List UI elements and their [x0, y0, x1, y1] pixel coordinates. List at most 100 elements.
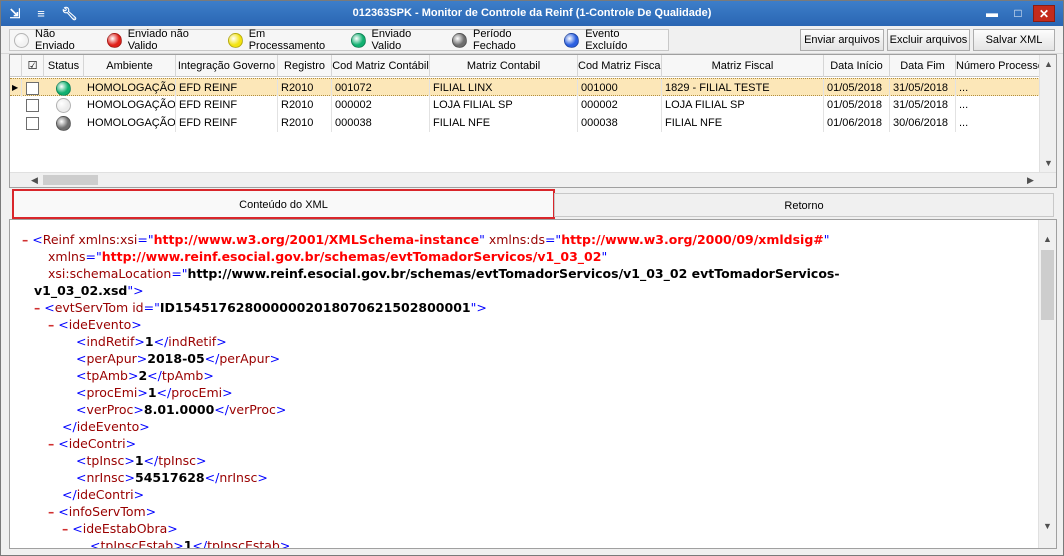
collapse-icon[interactable]: – — [34, 300, 40, 315]
column-header[interactable]: Status — [44, 55, 84, 77]
column-header[interactable]: Ambiente — [84, 55, 176, 77]
table-cell[interactable]: 01/06/2018 — [824, 114, 890, 132]
table-cell[interactable]: EFD REINF — [176, 79, 278, 97]
table-cell[interactable]: HOMOLOGAÇÃO — [84, 114, 176, 132]
table-cell[interactable]: 000038 — [332, 114, 430, 132]
grid-vertical-scrollbar[interactable]: ▲ ▼ — [1039, 55, 1056, 173]
scroll-down-icon[interactable]: ▼ — [1040, 156, 1056, 171]
scroll-left-icon[interactable]: ◀ — [26, 173, 43, 187]
table-cell[interactable]: 000002 — [332, 96, 430, 114]
scroll-thumb[interactable] — [43, 175, 98, 185]
row-checkbox[interactable] — [26, 82, 39, 95]
tab-conteudo-xml[interactable]: Conteúdo do XML — [12, 189, 555, 219]
tab-retorno[interactable]: Retorno — [554, 193, 1054, 217]
row-checkbox[interactable] — [26, 117, 39, 130]
reinf-monitor-window: ⇲ ≡ 🔧︎ 012363SPK - Monitor de Controle d… — [0, 0, 1064, 556]
table-cell[interactable]: ... — [956, 114, 1040, 132]
column-header[interactable]: Registro — [278, 55, 332, 77]
scroll-right-icon[interactable]: ▶ — [1022, 173, 1039, 187]
table-cell[interactable]: FILIAL LINX — [430, 79, 578, 97]
grid-horizontal-scrollbar[interactable]: ◀ ▶ — [10, 172, 1056, 187]
table-cell[interactable]: R2010 — [278, 114, 332, 132]
table-cell[interactable]: HOMOLOGAÇÃO — [84, 79, 176, 97]
salvar-xml-button[interactable]: Salvar XML — [973, 29, 1055, 51]
scroll-up-icon[interactable]: ▲ — [1040, 57, 1056, 72]
column-header[interactable]: Integração Governo — [176, 55, 278, 77]
enviar-arquivos-button[interactable]: Enviar arquivos — [800, 29, 884, 51]
table-cell[interactable]: 001072 — [332, 79, 430, 97]
table-cell[interactable]: EFD REINF — [176, 114, 278, 132]
legend-label: Em Processamento — [248, 28, 326, 52]
column-header[interactable]: Data Início — [824, 55, 890, 77]
column-header[interactable]: Data Fim — [890, 55, 956, 77]
column-header[interactable]: Matriz Contabil — [430, 55, 578, 77]
collapse-icon[interactable]: – — [48, 317, 54, 332]
xml-line: – <ideContri> — [48, 436, 137, 451]
legend-item: Enviado Valido — [347, 28, 436, 52]
table-cell[interactable]: FILIAL NFE — [430, 114, 578, 132]
xml-line: </ideContri> — [62, 487, 145, 502]
row-checkbox[interactable] — [26, 99, 39, 112]
table-cell[interactable]: 001000 — [578, 79, 662, 97]
xml-vertical-scrollbar[interactable]: ▲ ▼ — [1038, 220, 1056, 548]
table-cell[interactable]: ... — [956, 96, 1040, 114]
xml-line: – <infoServTom> — [48, 504, 157, 519]
xml-line: – <ideEstabObra> — [62, 521, 178, 536]
collapse-icon[interactable]: – — [62, 521, 68, 536]
table-cell[interactable]: 31/05/2018 — [890, 96, 956, 114]
excluir-arquivos-button[interactable]: Excluir arquivos — [887, 29, 970, 51]
table-cell[interactable]: EFD REINF — [176, 96, 278, 114]
xml-line: <tpInscEstab>1</tpInscEstab> — [90, 538, 291, 549]
table-cell[interactable]: FILIAL NFE — [662, 114, 824, 132]
status-dot-icon — [564, 32, 580, 48]
minimize-button[interactable]: ▬ — [981, 5, 1003, 22]
table-cell[interactable]: R2010 — [278, 79, 332, 97]
table-row[interactable]: ▶ HOMOLOGAÇÃO EFD REINF R2010 001072 FILIAL L… — [10, 78, 1040, 97]
scroll-down-icon[interactable]: ▼ — [1039, 519, 1056, 534]
scroll-up-icon[interactable]: ▲ — [1039, 232, 1056, 247]
table-cell[interactable]: 1829 - FILIAL TESTE — [662, 79, 824, 97]
table-cell[interactable]: HOMOLOGAÇÃO — [84, 96, 176, 114]
maximize-button[interactable]: □ — [1007, 5, 1029, 22]
xml-line: <verProc>8.01.0000</verProc> — [76, 402, 287, 417]
collapse-icon[interactable]: – — [48, 504, 54, 519]
scroll-thumb[interactable] — [1041, 250, 1054, 320]
table-cell[interactable]: ... — [956, 79, 1040, 97]
status-dot-icon — [56, 98, 71, 113]
column-header[interactable]: Número Processo — [956, 55, 1040, 77]
xml-line: <tpInsc>1</tpInsc> — [76, 453, 207, 468]
table-row[interactable]: HOMOLOGAÇÃO EFD REINF R2010 000002 LOJA FILI… — [10, 96, 1040, 114]
column-header[interactable]: Matriz Fiscal — [662, 55, 824, 77]
title-bar: ⇲ ≡ 🔧︎ 012363SPK - Monitor de Controle d… — [1, 1, 1063, 26]
table-cell[interactable]: 01/05/2018 — [824, 96, 890, 114]
table-cell[interactable]: 30/06/2018 — [890, 114, 956, 132]
legend-label: Enviado não Valido — [127, 28, 189, 52]
legend-item: Enviado não Valido — [103, 28, 212, 52]
xml-viewer: – <Reinf xmlns:xsi="http://www.w3.org/20… — [9, 219, 1057, 549]
window-title: 012363SPK - Monitor de Controle da Reinf… — [352, 7, 712, 19]
xml-line: <indRetif>1</indRetif> — [76, 334, 227, 349]
legend-label: Não Enviado — [35, 28, 75, 52]
xml-line: <perApur>2018-05</perApur> — [76, 351, 281, 366]
column-header[interactable]: Cod Matriz Fiscal — [578, 55, 662, 77]
table-cell[interactable]: 01/05/2018 — [824, 79, 890, 97]
table-cell[interactable]: 31/05/2018 — [890, 79, 956, 97]
column-header[interactable]: Cod Matriz Contábil — [332, 55, 430, 77]
legend-label: Enviado Valido — [371, 28, 412, 52]
select-all-checkbox[interactable]: ☑ — [22, 55, 44, 77]
table-cell[interactable]: LOJA FILIAL SP — [662, 96, 824, 114]
table-cell[interactable]: 000038 — [578, 114, 662, 132]
status-dot-icon — [14, 32, 29, 48]
xml-line: xsi:schemaLocation="http://www.reinf.eso… — [48, 266, 840, 281]
table-row[interactable]: HOMOLOGAÇÃO EFD REINF R2010 000038 FILIAL NF… — [10, 114, 1040, 132]
table-cell[interactable]: LOJA FILIAL SP — [430, 96, 578, 114]
xml-line: – <Reinf xmlns:xsi="http://www.w3.org/20… — [22, 232, 830, 247]
collapse-icon[interactable]: – — [22, 232, 28, 247]
status-legend: Não Enviado Enviado não Valido Em Processa… — [9, 28, 669, 52]
table-cell[interactable]: 000002 — [578, 96, 662, 114]
status-dot-icon — [227, 32, 243, 48]
collapse-icon[interactable]: – — [48, 436, 54, 451]
xml-content: – <Reinf xmlns:xsi="http://www.w3.org/20… — [10, 220, 1038, 549]
table-cell[interactable]: R2010 — [278, 96, 332, 114]
close-button[interactable]: ✕ — [1033, 5, 1055, 22]
